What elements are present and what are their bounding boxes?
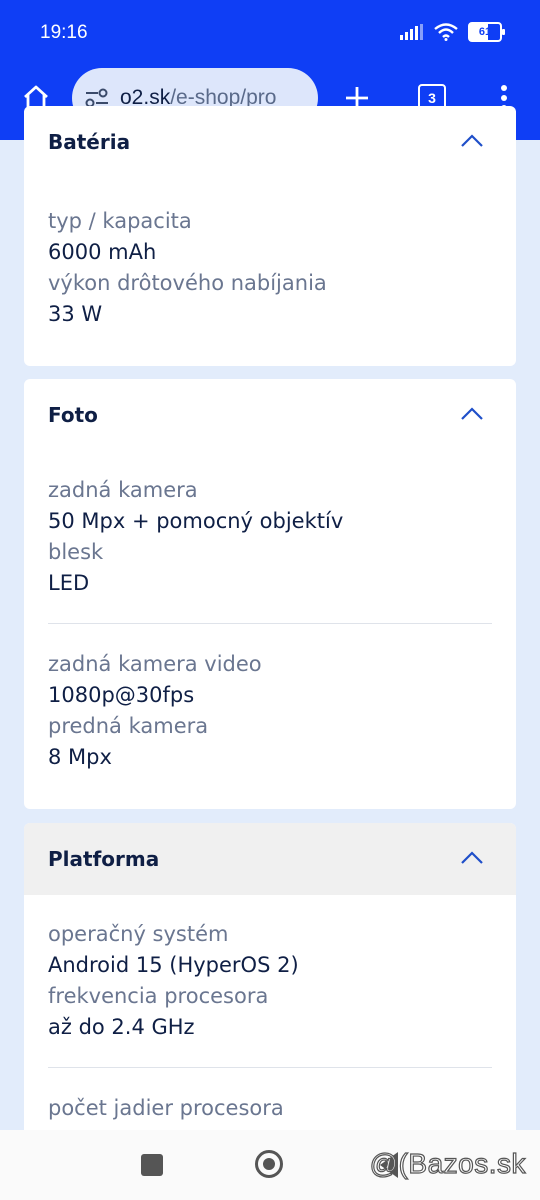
signal-icon: [400, 24, 423, 40]
section-foto: Foto zadná kamera 50 Mpx + pomocný objek…: [24, 379, 516, 809]
recents-button[interactable]: [141, 1154, 163, 1176]
divider: [48, 1067, 492, 1068]
spec-label: operačný systém: [48, 922, 229, 946]
spec-label: frekvencia procesora: [48, 984, 269, 1008]
spec-group: typ / kapacita 6000 mAh výkon drôtového …: [48, 206, 492, 330]
spec-group: zadná kamera 50 Mpx + pomocný objektív b…: [48, 475, 492, 599]
section-platforma: Platforma operačný systém Android 15 (Hy…: [24, 823, 516, 1143]
spec-value: 6000 mAh: [48, 240, 157, 264]
spec-value: Android 15 (HyperOS 2): [48, 953, 299, 977]
status-icons: 61: [400, 22, 505, 42]
section-header[interactable]: Batéria: [24, 106, 516, 178]
battery-icon: 61: [468, 22, 505, 42]
chevron-up-icon[interactable]: [460, 134, 484, 148]
wifi-icon: [434, 23, 458, 41]
section-title: Platforma: [48, 847, 160, 871]
spec-label: počet jadier procesora: [48, 1096, 284, 1120]
spec-label: zadná kamera video: [48, 652, 262, 676]
spec-group: zadná kamera video 1080p@30fps predná ka…: [48, 649, 492, 773]
spec-label: blesk: [48, 540, 104, 564]
section-title: Batéria: [48, 130, 131, 154]
spec-value: 1080p@30fps: [48, 683, 195, 707]
spec-label: výkon drôtového nabíjania: [48, 271, 327, 295]
chevron-up-icon[interactable]: [460, 851, 484, 865]
status-time: 19:16: [40, 22, 88, 43]
spec-group: počet jadier procesora: [48, 1093, 492, 1124]
spec-label: zadná kamera: [48, 478, 198, 502]
spec-value: LED: [48, 571, 90, 595]
battery-level: 61: [478, 26, 492, 38]
spec-value: až do 2.4 GHz: [48, 1015, 195, 1039]
spec-value: 33 W: [48, 302, 103, 326]
spec-value: 50 Mpx + pomocný objektív: [48, 509, 344, 533]
system-nav-bar: @(Bazos.sk: [0, 1130, 540, 1200]
spec-label: predná kamera: [48, 714, 209, 738]
watermark: @(Bazos.sk: [369, 1147, 526, 1179]
section-header[interactable]: Platforma: [24, 823, 516, 895]
section-bateria: Batéria typ / kapacita 6000 mAh výkon dr…: [24, 106, 516, 366]
spec-group: operačný systém Android 15 (HyperOS 2) f…: [48, 919, 492, 1043]
divider: [48, 623, 492, 624]
chevron-up-icon[interactable]: [460, 407, 484, 421]
section-header[interactable]: Foto: [24, 379, 516, 451]
spec-label: typ / kapacita: [48, 209, 192, 233]
section-title: Foto: [48, 403, 98, 427]
status-bar: 19:16 61: [0, 0, 540, 66]
home-nav-button[interactable]: [255, 1150, 283, 1178]
spec-value: 8 Mpx: [48, 745, 112, 769]
